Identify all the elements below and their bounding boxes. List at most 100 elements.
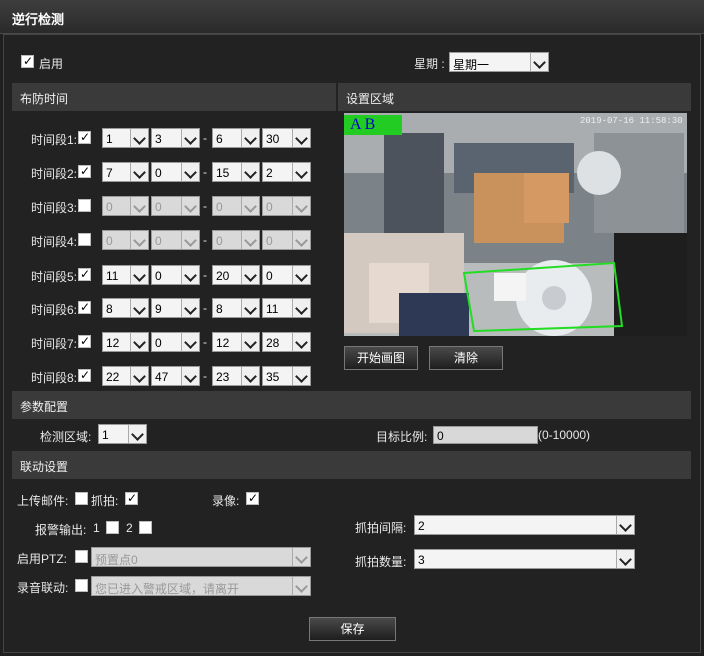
select-value: 47 [155,370,169,384]
period-enable-checkbox[interactable] [78,300,91,314]
section-params-title: 参数配置 [20,400,69,414]
range-separator: - [203,268,207,282]
chevron-down-icon [181,299,199,317]
end-minute-select[interactable]: 28 [262,332,311,352]
start-minute-select[interactable]: 3 [151,128,200,148]
enable-checkbox[interactable] [21,54,34,68]
camera-preview[interactable]: A B 2019-07-16 11:58:30 [344,113,687,336]
start-minute-select[interactable]: 0 [151,162,200,182]
end-minute-select[interactable]: 30 [262,128,311,148]
weekday-select[interactable]: 星期一 [449,52,549,72]
select-value: 8 [216,302,223,316]
chevron-down-icon [130,129,148,147]
select-value: 0 [106,200,113,214]
select-value: 8 [106,302,113,316]
period-label: 时间段3: [31,201,78,215]
select-value: 35 [266,370,280,384]
email-checkbox[interactable] [75,492,88,505]
chevron-down-icon [241,299,259,317]
period-enable-checkbox[interactable] [78,267,91,281]
end-minute-select[interactable]: 2 [262,162,311,182]
end-hour-select[interactable]: 15 [212,162,260,182]
alarm-out-1-checkbox[interactable] [106,521,119,534]
start-hour-select[interactable]: 12 [102,332,149,352]
period-enable-checkbox[interactable] [78,334,91,348]
select-value: 0 [155,166,162,180]
end-hour-select[interactable]: 0 [212,196,260,216]
select-value: 0 [155,234,162,248]
range-separator: - [203,233,207,247]
start-minute-select[interactable]: 0 [151,230,200,250]
start-hour-select[interactable]: 11 [102,265,149,285]
chevron-down-icon [130,163,148,181]
chevron-down-icon [181,197,199,215]
chevron-down-icon [292,367,310,385]
start-minute-select[interactable]: 0 [151,332,200,352]
start-minute-select[interactable]: 0 [151,196,200,216]
end-minute-select[interactable]: 0 [262,196,311,216]
record-checkbox[interactable] [246,491,259,505]
end-hour-select[interactable]: 6 [212,128,260,148]
start-minute-select[interactable]: 47 [151,366,200,386]
start-hour-select[interactable]: 22 [102,366,149,386]
start-hour-select[interactable]: 1 [102,128,149,148]
select-value: 7 [106,166,113,180]
period-enable-checkbox[interactable] [78,164,91,178]
chevron-down-icon [241,197,259,215]
enable-label: 启用 [39,57,64,71]
range-separator: - [203,165,207,179]
snapshot-checkbox[interactable] [125,491,138,505]
end-hour-select[interactable]: 20 [212,265,260,285]
ratio-input[interactable]: 0 [433,426,538,444]
start-minute-select[interactable]: 0 [151,265,200,285]
interval-select[interactable]: 2 [414,515,635,535]
start-draw-button[interactable]: 开始画图 [344,346,418,370]
chevron-down-icon [292,548,310,566]
select-value: 2 [266,166,273,180]
end-hour-select[interactable]: 8 [212,298,260,318]
chevron-down-icon [128,425,146,443]
chevron-down-icon [181,367,199,385]
chevron-down-icon [292,231,310,249]
ratio-label: 目标比例: [376,430,428,444]
alarm-out-1-label: 1 [93,521,100,535]
audio-select[interactable]: 您已进入警戒区域，请离开 [91,576,311,596]
end-minute-select[interactable]: 0 [262,230,311,250]
clear-button[interactable]: 清除 [429,346,503,370]
end-minute-select[interactable]: 11 [262,298,311,318]
ptz-checkbox[interactable] [75,550,88,563]
start-hour-select[interactable]: 0 [102,230,149,250]
period-label: 时间段5: [31,270,78,284]
period-enable-checkbox[interactable] [78,199,91,212]
start-hour-select[interactable]: 0 [102,196,149,216]
audio-checkbox[interactable] [75,579,88,592]
period-enable-checkbox[interactable] [78,130,91,144]
alarm-out-2-checkbox[interactable] [139,521,152,534]
ptz-select[interactable]: 预置点0 [91,547,311,567]
section-linkage: 联动设置 [12,451,691,479]
start-minute-select[interactable]: 9 [151,298,200,318]
save-button[interactable]: 保存 [309,617,396,641]
period-enable-checkbox[interactable] [78,233,91,246]
chevron-down-icon [292,299,310,317]
select-value: 9 [155,302,162,316]
end-hour-select[interactable]: 23 [212,366,260,386]
count-value: 3 [418,553,425,567]
select-value: 0 [155,200,162,214]
end-minute-select[interactable]: 0 [262,265,311,285]
count-select[interactable]: 3 [414,549,635,569]
end-minute-select[interactable]: 35 [262,366,311,386]
region-select[interactable]: 1 [98,424,147,444]
chevron-down-icon [241,231,259,249]
section-area-title: 设置区域 [346,92,395,106]
section-area: 设置区域 [338,83,691,111]
start-hour-select[interactable]: 8 [102,298,149,318]
period-label: 时间段1: [31,133,78,147]
start-hour-select[interactable]: 7 [102,162,149,182]
select-value: 0 [155,269,162,283]
period-enable-checkbox[interactable] [78,368,91,382]
end-hour-select[interactable]: 12 [212,332,260,352]
audio-value: 您已进入警戒区域，请离开 [95,582,240,596]
end-hour-select[interactable]: 0 [212,230,260,250]
ratio-hint: (0-10000) [538,428,591,442]
